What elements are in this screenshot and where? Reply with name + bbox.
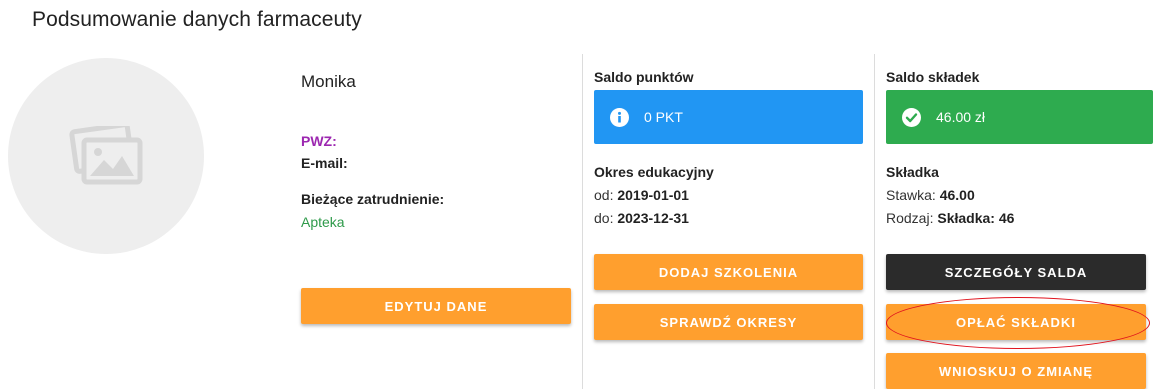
divider bbox=[874, 54, 875, 389]
fee-rate-value: 46.00 bbox=[939, 187, 975, 203]
education-period-title: Okres edukacyjny bbox=[594, 164, 714, 180]
fees-balance-title: Saldo składek bbox=[886, 69, 980, 85]
period-from: od: 2019-01-01 bbox=[594, 187, 689, 203]
employment-value: Apteka bbox=[301, 214, 345, 230]
fee-section-title: Składka bbox=[886, 164, 939, 180]
request-change-button[interactable]: WNIOSKUJ O ZMIANĘ bbox=[886, 353, 1146, 389]
employment-label: Bieżące zatrudnienie: bbox=[301, 191, 445, 207]
fees-balance-box: 46.00 zł bbox=[886, 90, 1153, 144]
edit-data-button[interactable]: EDYTUJ DANE bbox=[301, 288, 571, 324]
email-label: E-mail: bbox=[301, 155, 348, 171]
period-from-label: od: bbox=[594, 187, 614, 203]
add-training-button[interactable]: DODAJ SZKOLENIA bbox=[594, 254, 863, 290]
period-to-label: do: bbox=[594, 210, 614, 226]
fee-type: Rodzaj: Składka: 46 bbox=[886, 210, 1014, 226]
check-periods-button[interactable]: SPRAWDŹ OKRESY bbox=[594, 304, 863, 340]
period-to: do: 2023-12-31 bbox=[594, 210, 689, 226]
period-from-value: 2019-01-01 bbox=[617, 187, 689, 203]
fee-rate-label: Stawka: bbox=[886, 187, 936, 203]
fees-balance-value: 46.00 zł bbox=[936, 109, 986, 125]
fee-rate: Stawka: 46.00 bbox=[886, 187, 975, 203]
points-balance-title: Saldo punktów bbox=[594, 69, 694, 85]
avatar bbox=[8, 58, 204, 254]
balance-details-button[interactable]: SZCZEGÓŁY SALDA bbox=[886, 254, 1146, 290]
fee-type-label: Rodzaj: bbox=[886, 210, 934, 226]
points-balance-box: 0 PKT bbox=[594, 90, 863, 144]
period-to-value: 2023-12-31 bbox=[617, 210, 689, 226]
pwz-label: PWZ: bbox=[301, 133, 337, 149]
user-name: Monika bbox=[301, 72, 356, 91]
points-balance-value: 0 PKT bbox=[644, 109, 683, 125]
check-circle-icon bbox=[902, 107, 921, 127]
pay-fees-button[interactable]: OPŁAĆ SKŁADKI bbox=[886, 304, 1146, 340]
info-icon bbox=[610, 107, 629, 127]
image-placeholder-icon bbox=[69, 126, 143, 185]
fee-type-value: Składka: 46 bbox=[937, 210, 1015, 226]
divider bbox=[582, 54, 583, 389]
page-title: Podsumowanie danych farmaceuty bbox=[32, 8, 362, 31]
